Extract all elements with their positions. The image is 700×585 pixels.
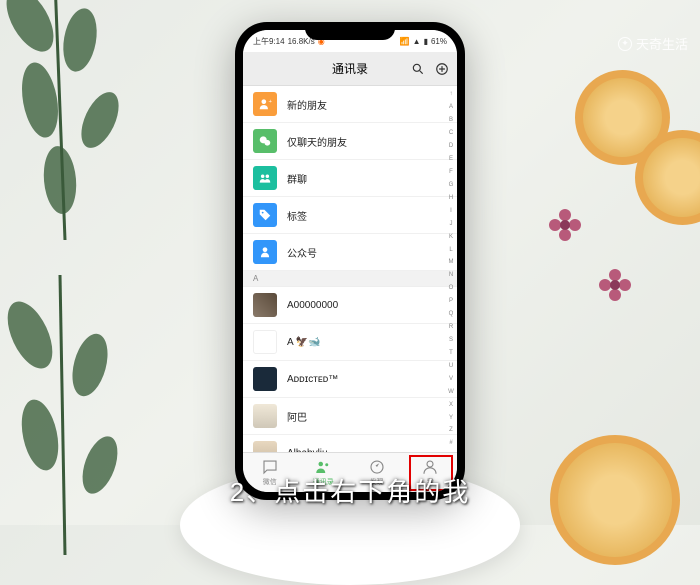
index-letter[interactable]: Q: [449, 311, 454, 317]
phone-screen: 上午9:14 16.8K/s ◉ 📶 ▲ ▮ 61% 通讯录 +新的朋友仅聊天的…: [243, 30, 457, 492]
row-label: 仅聊天的朋友: [287, 134, 347, 149]
system-row-2[interactable]: 群聊: [243, 160, 457, 197]
index-letter[interactable]: A: [449, 104, 453, 110]
contact-row[interactable]: A 🦅🐋: [243, 324, 457, 361]
avatar: [253, 330, 277, 354]
avatar: [253, 441, 277, 452]
contact-name: 阿巴: [287, 409, 307, 424]
battery-icon: ▮: [424, 37, 428, 46]
contact-row[interactable]: Albabyliu: [243, 435, 457, 452]
avatar: [253, 404, 277, 428]
status-battery: 61%: [431, 37, 447, 46]
signal-icon: 📶: [400, 37, 410, 46]
index-letter[interactable]: K: [449, 234, 453, 240]
index-letter[interactable]: N: [449, 272, 453, 278]
svg-text:+: +: [269, 99, 273, 105]
contacts-list[interactable]: + 新的朋友仅聊天的朋友群聊标签公众号 A A00000000 A 🦅🐋 Aᴅᴅɪᴄᴛ…: [243, 86, 457, 452]
index-letter[interactable]: Z: [449, 427, 453, 433]
tag-icon: [253, 203, 277, 227]
phone-frame: 上午9:14 16.8K/s ◉ 📶 ▲ ▮ 61% 通讯录 +新的朋友仅聊天的…: [235, 22, 465, 500]
system-row-3[interactable]: 标签: [243, 197, 457, 234]
index-letter[interactable]: S: [449, 337, 453, 343]
system-row-4[interactable]: 公众号: [243, 234, 457, 271]
index-letter[interactable]: H: [449, 195, 453, 201]
index-letter[interactable]: C: [449, 130, 453, 136]
watermark-text: 天奇生活: [636, 34, 688, 53]
index-letter[interactable]: G: [449, 182, 454, 188]
index-letter[interactable]: B: [449, 117, 453, 123]
index-letter[interactable]: X: [449, 402, 453, 408]
decor-leaves-bottom: [0, 275, 170, 555]
status-time: 上午9:14: [253, 36, 285, 47]
index-letter[interactable]: O: [449, 285, 454, 291]
search-icon[interactable]: [411, 62, 425, 76]
page-title: 通讯录: [332, 60, 368, 77]
index-letter[interactable]: J: [450, 221, 453, 227]
decor-leaves-top: [0, 0, 170, 240]
watermark: ✦ 天奇生活: [618, 34, 688, 53]
watermark-icon: ✦: [618, 37, 632, 51]
wechat-icon: [253, 129, 277, 153]
index-letter[interactable]: V: [449, 376, 453, 382]
contact-row[interactable]: Aᴅᴅɪᴄᴛᴇᴅ™: [243, 361, 457, 398]
decor-flower-2: [590, 260, 640, 310]
alpha-index-bar[interactable]: ↑ A B C D E F G H I J K LM N O P Q R S T U V W X YZ #: [446, 88, 456, 450]
index-letter[interactable]: I: [450, 208, 452, 214]
row-label: 群聊: [287, 171, 307, 186]
contact-name: A00000000: [287, 300, 338, 311]
system-row-1[interactable]: 仅聊天的朋友: [243, 123, 457, 160]
contact-name: Aᴅᴅɪᴄᴛᴇᴅ™: [287, 374, 338, 385]
index-letter[interactable]: E: [449, 156, 453, 162]
index-letter[interactable]: P: [449, 298, 453, 304]
index-letter[interactable]: F: [449, 169, 453, 175]
official-icon: [253, 240, 277, 264]
instruction-caption: 2、点击右下角的我: [230, 472, 470, 509]
contact-row[interactable]: A00000000: [243, 287, 457, 324]
nav-bar: 通讯录: [243, 52, 457, 86]
index-letter[interactable]: W: [448, 389, 454, 395]
contact-name: A 🦅🐋: [287, 337, 321, 348]
phone-notch: [305, 22, 395, 40]
row-label: 新的朋友: [287, 97, 327, 112]
index-letter[interactable]: #: [449, 440, 452, 446]
index-letter[interactable]: Y: [449, 415, 453, 421]
person-plus-icon: +: [253, 92, 277, 116]
index-letter[interactable]: T: [449, 350, 453, 356]
avatar: [253, 367, 277, 391]
decor-orange-3: [550, 435, 680, 565]
index-letter[interactable]: M: [449, 259, 454, 265]
row-label: 公众号: [287, 245, 317, 260]
index-letter[interactable]: U: [449, 363, 453, 369]
index-letter[interactable]: R: [449, 324, 453, 330]
row-label: 标签: [287, 208, 307, 223]
index-letter[interactable]: D: [449, 143, 453, 149]
contact-row[interactable]: 阿巴: [243, 398, 457, 435]
wifi-icon: ▲: [413, 37, 421, 46]
add-icon[interactable]: [435, 62, 449, 76]
system-row-0[interactable]: + 新的朋友: [243, 86, 457, 123]
index-letter[interactable]: ↑: [450, 91, 453, 97]
avatar: [253, 293, 277, 317]
index-letter[interactable]: L: [449, 247, 452, 253]
group-icon: [253, 166, 277, 190]
section-header: A: [243, 271, 457, 287]
decor-flower-1: [540, 200, 590, 250]
